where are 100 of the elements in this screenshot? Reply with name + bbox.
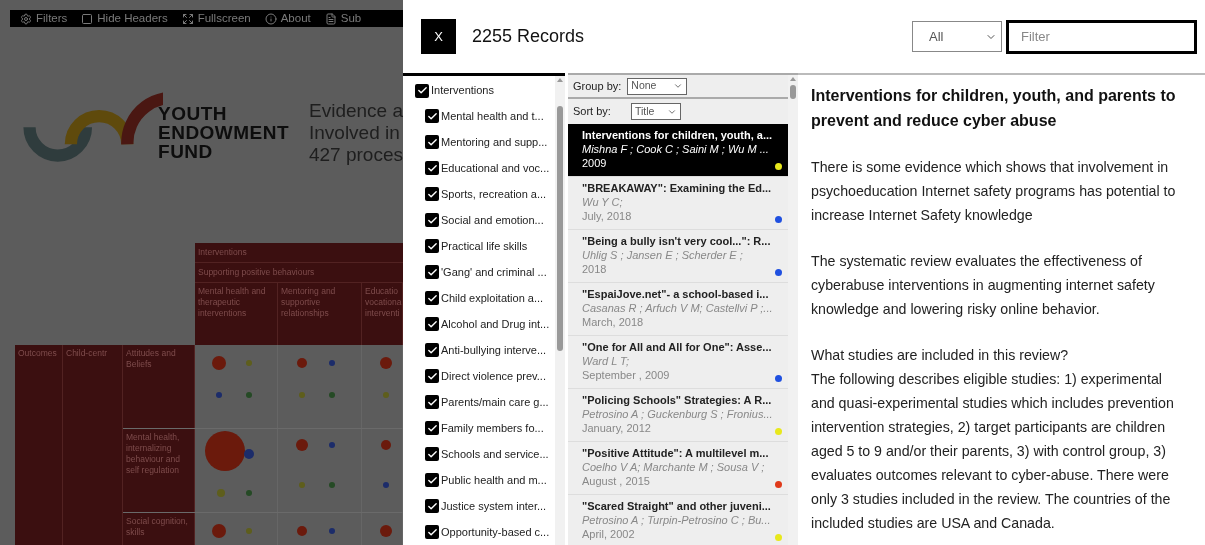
record-title: "BREAKAWAY": Examining the Ed... (582, 181, 773, 195)
filter-item[interactable]: Child exploitation a... (403, 285, 555, 312)
scrollbar[interactable] (788, 75, 798, 545)
record-date: August , 2015 (582, 474, 651, 488)
checkbox[interactable] (425, 317, 439, 332)
dot-icon (246, 490, 252, 497)
toolbar-button[interactable]: Sub (324, 10, 362, 28)
dot-icon (329, 482, 335, 489)
filter-item[interactable]: Educational and voc... (403, 155, 555, 182)
filter-item[interactable]: Interventions (403, 78, 555, 104)
record-date: July, 2018 (582, 209, 633, 223)
checkbox[interactable] (425, 447, 439, 462)
dot-icon (217, 489, 225, 498)
filter-label: Family members fo... (441, 420, 544, 436)
dropdown[interactable]: Title (630, 103, 681, 120)
checkbox[interactable] (425, 239, 439, 254)
checkbox[interactable] (425, 161, 439, 176)
dot-icon (383, 392, 389, 399)
sort-by-label: Sort by: (573, 104, 611, 120)
checkbox[interactable] (425, 187, 439, 202)
filter-field[interactable]: Filter (1006, 19, 1197, 54)
check-icon (426, 422, 438, 434)
filter-item[interactable]: Family members fo... (403, 415, 555, 442)
scope-dropdown[interactable]: All (912, 21, 1002, 52)
logo-text: ENDOWMENT (158, 123, 289, 143)
record-authors: Casanas R ; Arfuch V M; Castellvi P ;... (582, 301, 774, 315)
filter-item[interactable]: Parents/main care g... (403, 389, 555, 416)
filter-label: Direct violence prev... (441, 368, 546, 384)
checkbox[interactable] (415, 83, 429, 98)
filter-item[interactable]: Practical life skills (403, 233, 555, 260)
table-row-header: Child-centr (63, 345, 123, 545)
check-icon (426, 292, 438, 304)
filter-item[interactable]: Mentoring and supp... (403, 129, 555, 156)
record-title: "Scared Straight" and other juveni... (582, 499, 772, 513)
dot-icon (381, 440, 391, 451)
check-icon (426, 370, 438, 382)
checkbox[interactable] (425, 291, 439, 306)
check-icon (426, 318, 438, 330)
checkbox[interactable] (425, 421, 439, 436)
checkbox[interactable] (425, 213, 439, 228)
record-date: 2018 (582, 262, 608, 276)
record-title: "One for All and All for One": Asse... (582, 340, 773, 354)
filter-item[interactable]: Schools and service... (403, 441, 555, 468)
toolbar-button[interactable]: About (264, 10, 311, 28)
filter-item[interactable]: Sports, recreation a... (403, 181, 555, 208)
square-icon (81, 12, 94, 25)
record-date: March, 2018 (582, 315, 645, 329)
record-date: January, 2012 (582, 421, 652, 435)
filter-item[interactable]: Alcohol and Drug int... (403, 311, 555, 338)
detail-paragraph: What studies are included in this review? The following describes eligible studies: 1) experimental and quasi-experimental studies which includes prevention intervention strategies, 2) target participants are children aged 5 to 9 and/or their parents, 3) with control group, 3) evaluates outcomes relevant to cyber-abuse. There were only 3 studies included in the review. The countries of the included studies are USA and Canada. (811, 346, 1175, 533)
check-icon (426, 214, 438, 226)
filter-item[interactable]: Mental health and t... (403, 103, 555, 130)
filter-label: Opportunity-based c... (441, 524, 550, 540)
record-authors: Petrosino A ; Guckenburg S ; Fronius... (582, 407, 774, 421)
checkbox[interactable] (425, 473, 439, 488)
record-title: "Policing Schools" Strategies: A R... (582, 393, 773, 407)
filter-item[interactable]: Public health and m... (403, 467, 555, 494)
filter-item[interactable]: 'Gang' and criminal ... (403, 259, 555, 286)
dot-icon (246, 528, 252, 535)
checkbox[interactable] (425, 135, 439, 150)
checkbox[interactable] (425, 499, 439, 514)
filter-item[interactable]: Social and emotion... (403, 207, 555, 234)
checkbox[interactable] (425, 395, 439, 410)
dot-icon (246, 360, 252, 367)
filter-label: Child exploitation a... (441, 291, 544, 306)
check-icon (426, 500, 438, 512)
dot-icon (329, 392, 335, 399)
checkbox[interactable] (425, 343, 439, 358)
toolbar-button[interactable]: Hide Headers (81, 10, 168, 28)
filter-item[interactable]: Opportunity-based c... (403, 519, 555, 545)
table-header-cell: Supporting positive behaviours (195, 263, 403, 284)
scrollbar[interactable] (555, 76, 565, 545)
check-icon (426, 474, 438, 486)
record-item[interactable]: Interventions for children, youth, a... Mishna F ; Cook C ; Saini M ; Wu M ... 2009 (568, 124, 788, 177)
checkbox[interactable] (425, 525, 439, 540)
intro-text: Evidence a (309, 99, 403, 122)
filter-label: 'Gang' and criminal ... (441, 265, 547, 281)
dot-icon (296, 439, 308, 452)
filter-item[interactable]: Justice system inter... (403, 493, 555, 520)
check-icon (426, 162, 438, 174)
check-icon (426, 266, 438, 278)
toolbar-button[interactable]: Fullscreen (181, 10, 251, 28)
filter-label: Alcohol and Drug int... (441, 317, 550, 332)
filter-item[interactable]: Anti-bullying interve... (403, 337, 555, 364)
record-authors: Wu Y C; (582, 195, 624, 209)
dot-icon (212, 524, 226, 539)
dropdown[interactable]: None (627, 77, 688, 95)
toolbar-button[interactable]: Filters (20, 10, 68, 28)
filter-item[interactable]: Direct violence prev... (403, 363, 555, 390)
check-icon (426, 240, 438, 252)
intro-text: 427 proces (309, 143, 403, 166)
checkbox[interactable] (425, 265, 439, 280)
checkbox[interactable] (425, 109, 439, 124)
logo-text: FUND (158, 142, 214, 162)
checkbox[interactable] (425, 369, 439, 384)
close-button[interactable]: X (421, 19, 456, 54)
check-icon (426, 110, 438, 122)
gear-icon (20, 12, 32, 25)
record-authors: Coelho V A; Marchante M ; Sousa V ; (582, 460, 766, 474)
intro-text: Involved in (309, 121, 401, 144)
